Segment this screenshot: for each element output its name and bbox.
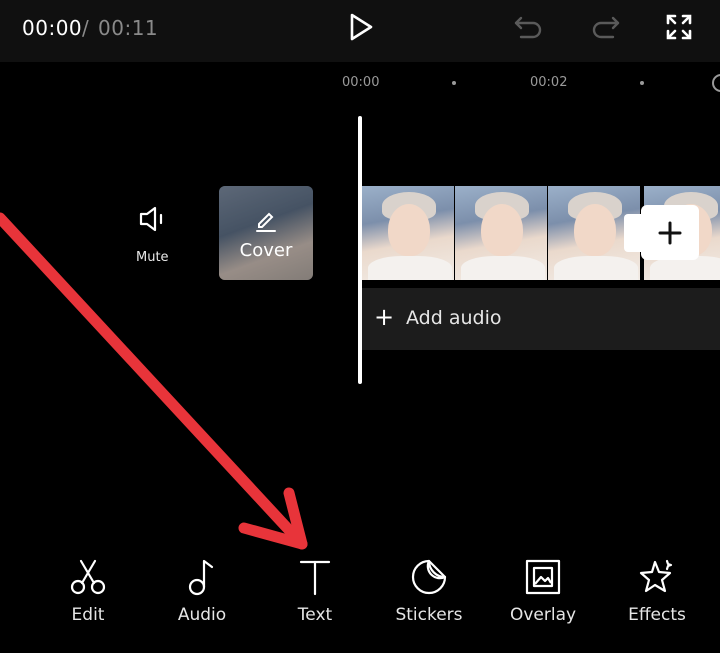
annotation-arrow	[0, 212, 308, 550]
